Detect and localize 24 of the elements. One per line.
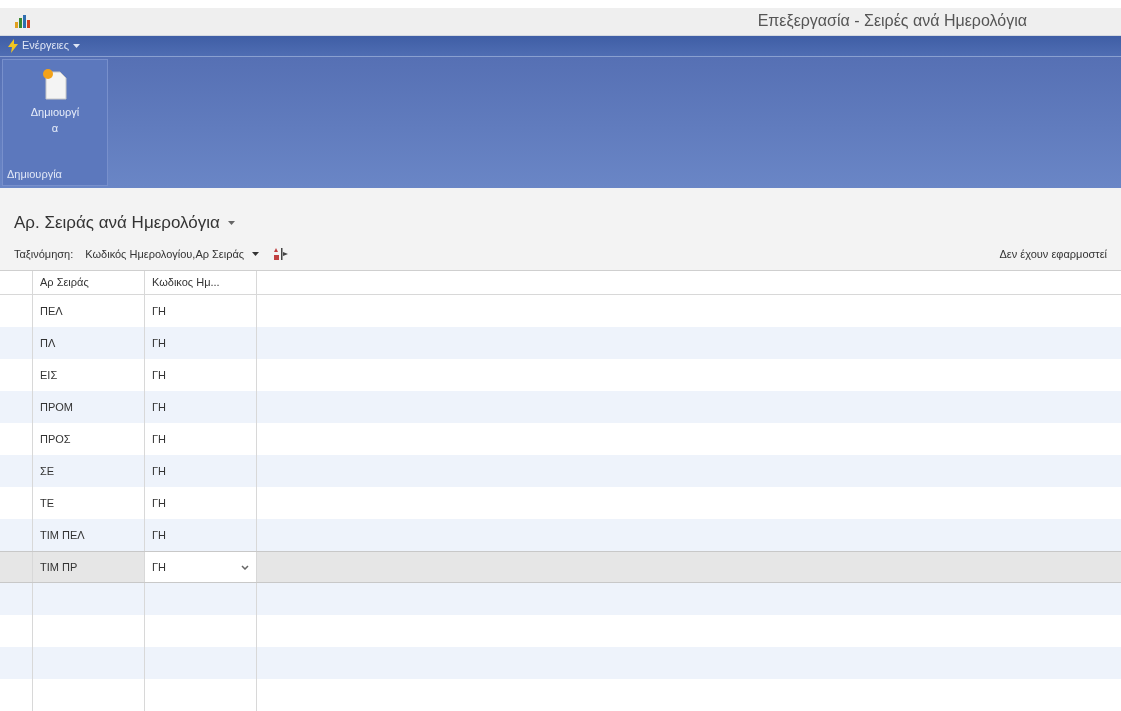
app-logo-icon: [14, 14, 30, 29]
table-row[interactable]: ΤΙΜ ΠΕΛ ΓΗ: [0, 519, 1121, 551]
actions-menu[interactable]: Ενέργειες: [8, 37, 81, 54]
table-row[interactable]: ΣΕ ΓΗ: [0, 455, 1121, 487]
new-document-icon: [42, 67, 68, 100]
table-cell: ΓΗ: [145, 552, 257, 582]
caret-icon: [252, 251, 260, 256]
column-header[interactable]: Κωδικος Ημ...: [145, 271, 257, 294]
table-row[interactable]: ΠΡΟΜ ΓΗ: [0, 391, 1121, 423]
column-header[interactable]: Αρ Σειράς: [33, 271, 145, 294]
caret-icon: [227, 220, 235, 225]
caret-icon: [73, 43, 81, 48]
group-label: Δημιουργία: [6, 166, 63, 182]
table-row[interactable]: ΠΛ ΓΗ: [0, 327, 1121, 359]
chevron-down-icon: [241, 564, 249, 570]
table-row[interactable]: ΤΙΜ ΠΡ ΓΗ: [0, 551, 1121, 583]
page-heading[interactable]: Αρ. Σειράς ανά Ημερολόγια: [14, 210, 1107, 236]
window-title: Επεξεργασία - Σειρές ανά Ημερολόγια: [757, 11, 1027, 32]
filter-status: Δεν έχουν εφαρμοστεί: [999, 246, 1107, 262]
sort-dropdown[interactable]: Κωδικός Ημερολογίου,Αρ Σειράς: [85, 245, 260, 262]
create-button[interactable]: Δημιουργία: [3, 59, 107, 166]
lightning-icon: [8, 38, 18, 53]
sort-order-icon[interactable]: [273, 246, 290, 261]
sort-label: Ταξινόμηση:: [14, 246, 74, 262]
